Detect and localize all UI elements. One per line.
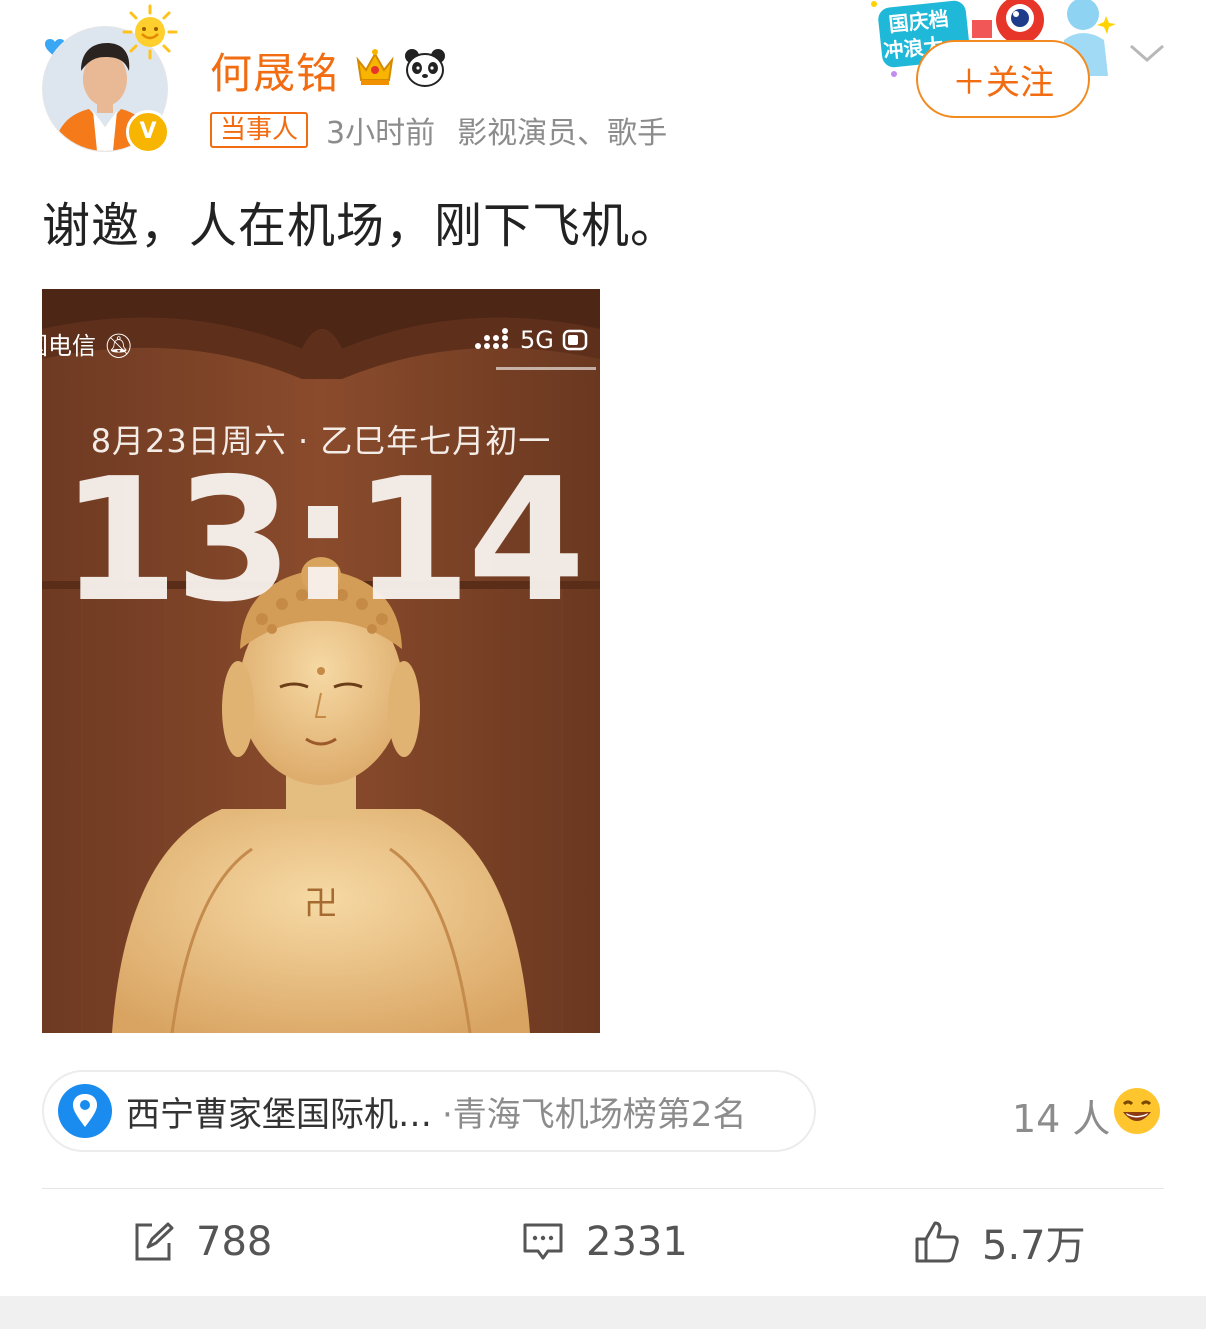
lockscreen-carrier: 中国电信 🔕︎	[0, 332, 135, 360]
like-button[interactable]: 5.7万	[914, 1212, 1086, 1272]
role-tag: 当事人	[210, 112, 309, 148]
lockscreen-status-icons: 5G	[474, 326, 590, 354]
location-tag[interactable]: 西宁曹家堡国际机… ·青海飞机场榜第2名	[42, 1070, 816, 1152]
checkin-count[interactable]: 14 人	[1012, 1088, 1110, 1143]
comment-button[interactable]: 2331	[522, 1212, 688, 1272]
signal-icon	[475, 328, 508, 349]
author-badges	[352, 44, 448, 90]
comment-count: 2331	[586, 1219, 688, 1265]
repost-count: 788	[196, 1219, 273, 1265]
post-time: 3小时前	[326, 116, 436, 151]
chevron-down-icon[interactable]	[1128, 38, 1166, 68]
panda-icon	[405, 49, 445, 87]
battery-icon	[562, 329, 588, 351]
comment-icon	[523, 1223, 563, 1260]
mute-bell-icon: 🔕︎	[103, 332, 135, 360]
avatar[interactable]: V	[40, 4, 178, 154]
weibo-post-page: V 何晟铭 当事人 3小时前 影视演员、歌手 国庆档 冲浪大 ＋关注 谢邀，人在…	[0, 0, 1206, 1329]
repost-button[interactable]: 788	[132, 1212, 272, 1272]
svg-text:卍: 卍	[304, 884, 338, 924]
thumbs-up-icon	[915, 1221, 959, 1263]
network-label: 5G	[520, 326, 554, 354]
divider	[42, 1188, 1164, 1189]
location-name: 西宁曹家堡国际机…	[126, 1094, 432, 1135]
crown-icon	[356, 49, 394, 85]
repost-icon	[135, 1222, 174, 1261]
location-pin-icon	[58, 1084, 112, 1138]
author-identity: 影视演员、歌手	[457, 116, 668, 151]
post-image[interactable]: 卍	[42, 289, 600, 1033]
like-count: 5.7万	[982, 1223, 1086, 1269]
bottom-separator	[0, 1296, 1206, 1329]
location-rank: ·青海飞机场榜第2名	[442, 1094, 747, 1135]
sun-icon	[122, 4, 178, 60]
follow-button[interactable]: ＋关注	[916, 40, 1090, 118]
verified-badge-icon: V	[126, 110, 170, 154]
post-text: 谢邀，人在机场，刚下飞机。	[42, 198, 680, 254]
laughing-emoji-icon[interactable]	[1112, 1086, 1162, 1136]
post-meta: 当事人 3小时前 影视演员、歌手	[210, 110, 689, 151]
lockscreen-clock: 13:14	[60, 442, 585, 640]
author-name[interactable]: 何晟铭	[210, 40, 339, 101]
